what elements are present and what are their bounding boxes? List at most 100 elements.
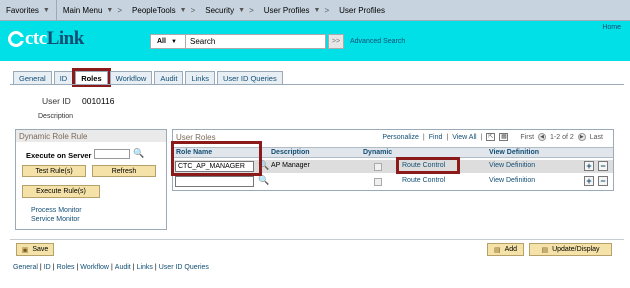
personalize-link[interactable]: Personalize: [382, 134, 419, 141]
advanced-search-link[interactable]: Advanced Search: [350, 38, 405, 45]
view-definition-link[interactable]: View Definition: [489, 162, 535, 169]
page-tabs: General ID Roles Workflow Audit Links Us…: [13, 68, 285, 87]
add-button[interactable]: ▤ Add: [487, 243, 524, 256]
lookup-icon[interactable]: 🔍: [258, 175, 269, 186]
search-go-button[interactable]: >>: [328, 34, 344, 49]
footer-link-id[interactable]: ID: [44, 264, 51, 271]
search-scope-value: All: [157, 38, 166, 45]
add-label: Add: [504, 246, 518, 253]
breadcrumb-security[interactable]: Security ▼: [199, 0, 245, 20]
update-display-button[interactable]: ▤ Update/Display: [529, 243, 612, 256]
dynamic-checkbox[interactable]: [374, 163, 382, 171]
delete-row-button[interactable]: −: [598, 176, 608, 186]
tab-id[interactable]: ID: [53, 71, 74, 84]
breadcrumb-separator: >: [117, 5, 123, 15]
refresh-button[interactable]: Refresh: [92, 165, 156, 177]
route-control-highlight: [396, 157, 460, 174]
execute-on-server-input[interactable]: [94, 149, 130, 159]
column-description: Description: [271, 149, 310, 156]
current-page-label: User Profiles: [339, 5, 385, 15]
previous-icon[interactable]: ◀: [538, 133, 547, 141]
logo-ring-icon: [8, 31, 24, 47]
execute-rules-button[interactable]: Execute Rule(s): [22, 185, 100, 198]
add-row-button[interactable]: +: [584, 161, 594, 171]
download-icon[interactable]: ▦: [499, 133, 509, 141]
add-row-button[interactable]: +: [584, 176, 594, 186]
chevron-down-icon: ▼: [170, 38, 177, 45]
main-menu-label: Main Menu: [62, 5, 103, 15]
role-name-input[interactable]: [175, 176, 254, 187]
footer-link-links[interactable]: Links: [137, 264, 153, 271]
breadcrumb-peopletools[interactable]: PeopleTools ▼: [126, 0, 187, 20]
view-all-link[interactable]: View All: [452, 134, 476, 141]
favorites-label: Favorites: [6, 5, 39, 15]
role-name-highlight: [171, 141, 262, 176]
chevron-down-icon: ▼: [106, 6, 114, 14]
next-icon[interactable]: ▶: [577, 133, 586, 141]
security-label: Security: [205, 5, 235, 15]
home-link[interactable]: Home: [602, 24, 621, 31]
chevron-down-icon: ▼: [42, 6, 50, 14]
description-label: Description: [38, 113, 74, 120]
toolbar-divider: [10, 239, 624, 240]
peopletools-label: PeopleTools: [132, 5, 176, 15]
save-button[interactable]: ▣ Save: [16, 243, 54, 256]
breadcrumb-separator: >: [324, 5, 330, 15]
lookup-icon[interactable]: 🔍: [133, 148, 144, 159]
header-banner: Home ctc Link All ▼ Search >> Advanced Se…: [0, 21, 630, 61]
column-view-definition: View Definition: [489, 149, 540, 156]
breadcrumb-user-profiles[interactable]: User Profiles ▼: [258, 0, 321, 20]
tab-general[interactable]: General: [13, 71, 52, 84]
column-dynamic: Dynamic: [363, 149, 393, 156]
breadcrumb-current: User Profiles: [333, 0, 385, 20]
last-label: Last: [589, 133, 603, 141]
footer-link-audit[interactable]: Audit: [115, 264, 131, 271]
tab-audit[interactable]: Audit: [154, 71, 184, 84]
update-display-label: Update/Display: [552, 246, 600, 253]
first-label: First: [520, 133, 535, 141]
footer-link-roles[interactable]: Roles: [57, 264, 75, 271]
update-display-icon: ▤: [541, 246, 549, 254]
search-scope-select[interactable]: All ▼: [150, 34, 186, 49]
breadcrumb-separator: >: [190, 5, 196, 15]
test-rules-button[interactable]: Test Rule(s): [22, 165, 86, 177]
tab-workflow[interactable]: Workflow: [109, 71, 153, 84]
footer-link-workflow[interactable]: Workflow: [80, 264, 109, 271]
save-label: Save: [32, 246, 49, 253]
breadcrumb-separator: >: [249, 5, 254, 15]
search-input[interactable]: Search: [186, 34, 326, 49]
tab-user-id-queries[interactable]: User ID Queries: [216, 71, 283, 84]
table-row: 🔍 Route Control View Definition + −: [173, 175, 613, 188]
dynamic-role-rule-title: Dynamic Role Rule: [16, 130, 166, 142]
ctclink-logo: ctc Link: [8, 28, 84, 50]
main-menu[interactable]: Main Menu ▼: [57, 0, 114, 20]
tab-roles[interactable]: Roles: [72, 68, 111, 87]
dynamic-role-rule-panel: Dynamic Role Rule Execute on Server 🔍 Te…: [15, 129, 167, 230]
view-definition-link[interactable]: View Definition: [489, 177, 535, 184]
chevron-down-icon: ▼: [179, 6, 187, 14]
delete-row-button[interactable]: −: [598, 161, 608, 171]
route-control-link[interactable]: Route Control: [402, 177, 445, 184]
chevron-down-icon: ▼: [313, 6, 321, 14]
dynamic-checkbox[interactable]: [374, 178, 382, 186]
breadcrumb-bar: Favorites ▼ Main Menu ▼ > PeopleTools ▼ …: [0, 0, 630, 21]
favorites-menu[interactable]: Favorites ▼: [0, 0, 57, 20]
chevron-down-icon: ▼: [238, 6, 246, 14]
find-link[interactable]: Find: [429, 134, 443, 141]
grid-zoom-icon[interactable]: ⇱: [486, 133, 496, 141]
user-id-value: 0010116: [82, 96, 115, 106]
service-monitor-link[interactable]: Service Monitor: [31, 216, 80, 223]
add-icon: ▤: [493, 246, 501, 254]
logo-ctc-text: ctc: [25, 28, 47, 49]
role-description: AP Manager: [271, 162, 310, 169]
footer-links: General | ID | Roles | Workflow | Audit | Links | Us…: [13, 264, 209, 271]
save-icon: ▣: [21, 246, 29, 254]
user-profiles-label: User Profiles: [263, 5, 310, 15]
process-monitor-link[interactable]: Process Monitor: [31, 207, 82, 214]
tab-links[interactable]: Links: [185, 71, 215, 84]
footer-link-general[interactable]: General: [13, 264, 38, 271]
footer-link-user-id-queries[interactable]: User ID Queries: [159, 264, 209, 271]
execute-on-server-label: Execute on Server: [26, 151, 92, 160]
tab-divider: [10, 84, 624, 85]
search-group: All ▼ Search >> Advanced Search: [150, 34, 405, 49]
